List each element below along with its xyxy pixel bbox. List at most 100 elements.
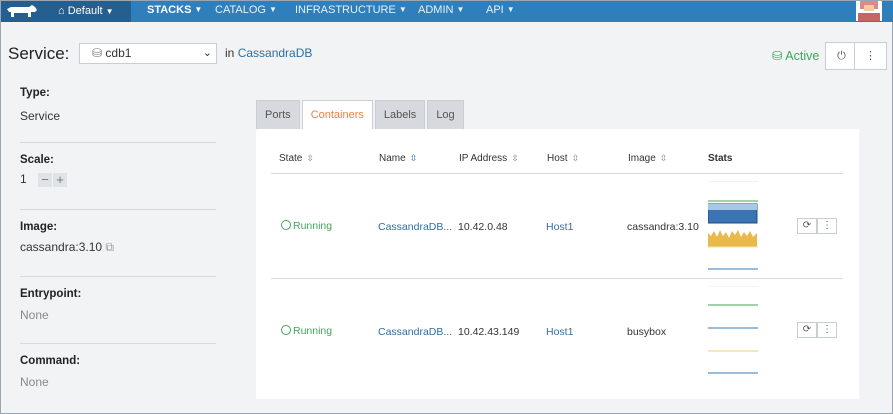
container-name-link[interactable]: CassandraDB...	[378, 326, 452, 338]
chevron-down-icon: ⌄	[202, 47, 212, 59]
scale-decrease-button[interactable]: −	[38, 172, 53, 187]
nav-admin[interactable]: ADMIN ▼	[418, 1, 464, 19]
detail-tabs: Ports Containers Labels Log	[256, 100, 466, 130]
service-info-sidebar: Type: Service Scale: 1 − + Image: cassand…	[20, 84, 216, 389]
type-info: Type: Service	[20, 87, 216, 143]
scale-info: Scale: 1 − +	[20, 154, 216, 210]
kebab-menu-icon: ⋮	[822, 324, 832, 335]
nav-admin-label: ADMIN	[418, 4, 454, 16]
home-icon: ⌂	[58, 5, 65, 17]
restart-button[interactable]: ⟳	[797, 218, 817, 234]
nav-stacks-label: STACKS	[147, 4, 192, 16]
image-cell: busybox	[627, 326, 667, 338]
image-value: cassandra:3.10	[20, 240, 103, 254]
nav-infrastructure[interactable]: INFRASTRUCTURE ▼	[295, 1, 407, 19]
service-select-value: cdb1	[105, 46, 132, 60]
entrypoint-value: None	[20, 308, 49, 322]
state-cell: Running	[281, 325, 332, 337]
ip-address-cell: 10.42.43.149	[458, 326, 520, 338]
nav-catalog-label: CATALOG	[215, 4, 266, 16]
type-label: Type:	[20, 87, 50, 99]
power-icon: ⏻	[837, 50, 846, 62]
row-actions-button[interactable]: ⋮	[817, 218, 837, 234]
tab-ports[interactable]: Ports	[256, 100, 300, 129]
environment-selector[interactable]: ⌂ Default ▼	[46, 1, 131, 22]
column-header-ip-label: IP Address	[459, 153, 508, 164]
scale-value: 1	[20, 172, 27, 186]
chevron-down-icon: ▼	[105, 7, 114, 16]
image-info: Image: cassandra:3.10 ⧉	[20, 221, 216, 277]
refresh-icon: ⟳	[802, 220, 812, 231]
scale-increase-button[interactable]: +	[53, 172, 68, 187]
refresh-icon: ⟳	[802, 324, 812, 335]
column-header-name[interactable]: Name ⇳	[379, 153, 417, 164]
header-divider	[271, 173, 843, 174]
row-actions-button[interactable]: ⋮	[817, 322, 837, 338]
chevron-down-icon: ▼	[268, 5, 277, 14]
chevron-down-icon: ▼	[506, 5, 515, 14]
sort-icon: ⇳	[511, 153, 519, 163]
column-header-host[interactable]: Host ⇳	[547, 153, 579, 164]
top-nav-bar: ⌂ Default ▼ STACKS ▼ CATALOG ▼ INFRASTRUCT…	[1, 1, 893, 22]
scale-label: Scale:	[20, 154, 54, 166]
column-header-state-label: State	[279, 153, 303, 164]
container-stats-sparkline	[708, 286, 758, 374]
sort-icon: ⇳	[659, 153, 668, 163]
tab-labels[interactable]: Labels	[374, 100, 426, 129]
nav-stacks[interactable]: STACKS ▼	[147, 1, 202, 19]
ip-address-cell: 10.42.0.48	[458, 221, 508, 233]
column-header-stats: Stats	[708, 153, 733, 164]
column-header-host-label: Host	[547, 153, 568, 164]
chevron-down-icon: ▼	[398, 5, 407, 14]
host-link[interactable]: Host1	[546, 221, 573, 233]
container-name-link[interactable]: CassandraDB...	[378, 221, 452, 233]
page-header: Service: ⛁ cdb1 ⌄ in CassandraDB ⛁ Activ…	[1, 22, 893, 84]
host-link[interactable]: Host1	[546, 326, 573, 338]
tab-log[interactable]: Log	[427, 100, 464, 129]
sort-icon: ⇳	[409, 153, 418, 163]
entrypoint-label: Entrypoint:	[20, 288, 82, 300]
status-badge: ⛁ Active	[772, 48, 819, 63]
image-cell: cassandra:3.10	[627, 221, 699, 233]
chevron-down-icon: ▼	[456, 5, 465, 14]
page-title: Service:	[8, 44, 70, 63]
chevron-down-icon: ▼	[194, 5, 203, 14]
running-status-icon	[281, 325, 291, 335]
command-value: None	[20, 375, 49, 389]
image-row: cassandra:3.10 ⧉	[20, 240, 216, 255]
running-status-icon	[281, 220, 291, 230]
more-actions-button[interactable]: ⋮	[854, 42, 887, 70]
container-stats-sparkline	[708, 181, 758, 270]
column-header-image[interactable]: Image ⇳	[628, 153, 667, 164]
type-value: Service	[20, 109, 61, 123]
column-header-ip[interactable]: IP Address ⇳	[459, 153, 519, 164]
user-avatar[interactable]	[856, 1, 882, 21]
copy-icon[interactable]: ⧉	[105, 240, 114, 254]
service-icon: ⛁	[92, 46, 103, 60]
service-select[interactable]: ⛁ cdb1 ⌄	[79, 43, 217, 64]
state-text: Running	[293, 220, 333, 232]
row-divider	[271, 278, 843, 279]
kebab-menu-icon: ⋮	[822, 220, 832, 231]
column-header-image-label: Image	[628, 153, 656, 164]
nav-api-label: API	[486, 4, 504, 16]
status-text: Active	[785, 49, 820, 63]
state-text: Running	[293, 325, 333, 337]
rancher-logo-icon[interactable]	[1, 1, 46, 22]
containers-panel: State ⇳ Name ⇳ IP Address ⇳ Host ⇳ Image ⇳ St…	[256, 129, 859, 399]
tab-containers[interactable]: Containers	[301, 100, 373, 130]
nav-catalog[interactable]: CATALOG ▼	[215, 1, 277, 19]
column-header-state[interactable]: State ⇳	[279, 153, 314, 164]
sort-icon: ⇳	[571, 153, 580, 163]
command-info: Command: None	[20, 355, 216, 389]
command-label: Command:	[20, 355, 81, 367]
environment-label: Default	[67, 5, 103, 17]
stack-link[interactable]: CassandraDB	[238, 46, 313, 60]
kebab-menu-icon: ⋮	[865, 50, 876, 62]
image-label: Image:	[20, 221, 58, 233]
in-prefix: in	[225, 46, 235, 60]
restart-button[interactable]: ⟳	[797, 322, 817, 338]
entrypoint-info: Entrypoint: None	[20, 288, 216, 344]
nav-api[interactable]: API ▼	[486, 1, 515, 19]
nav-infrastructure-label: INFRASTRUCTURE	[295, 4, 396, 16]
